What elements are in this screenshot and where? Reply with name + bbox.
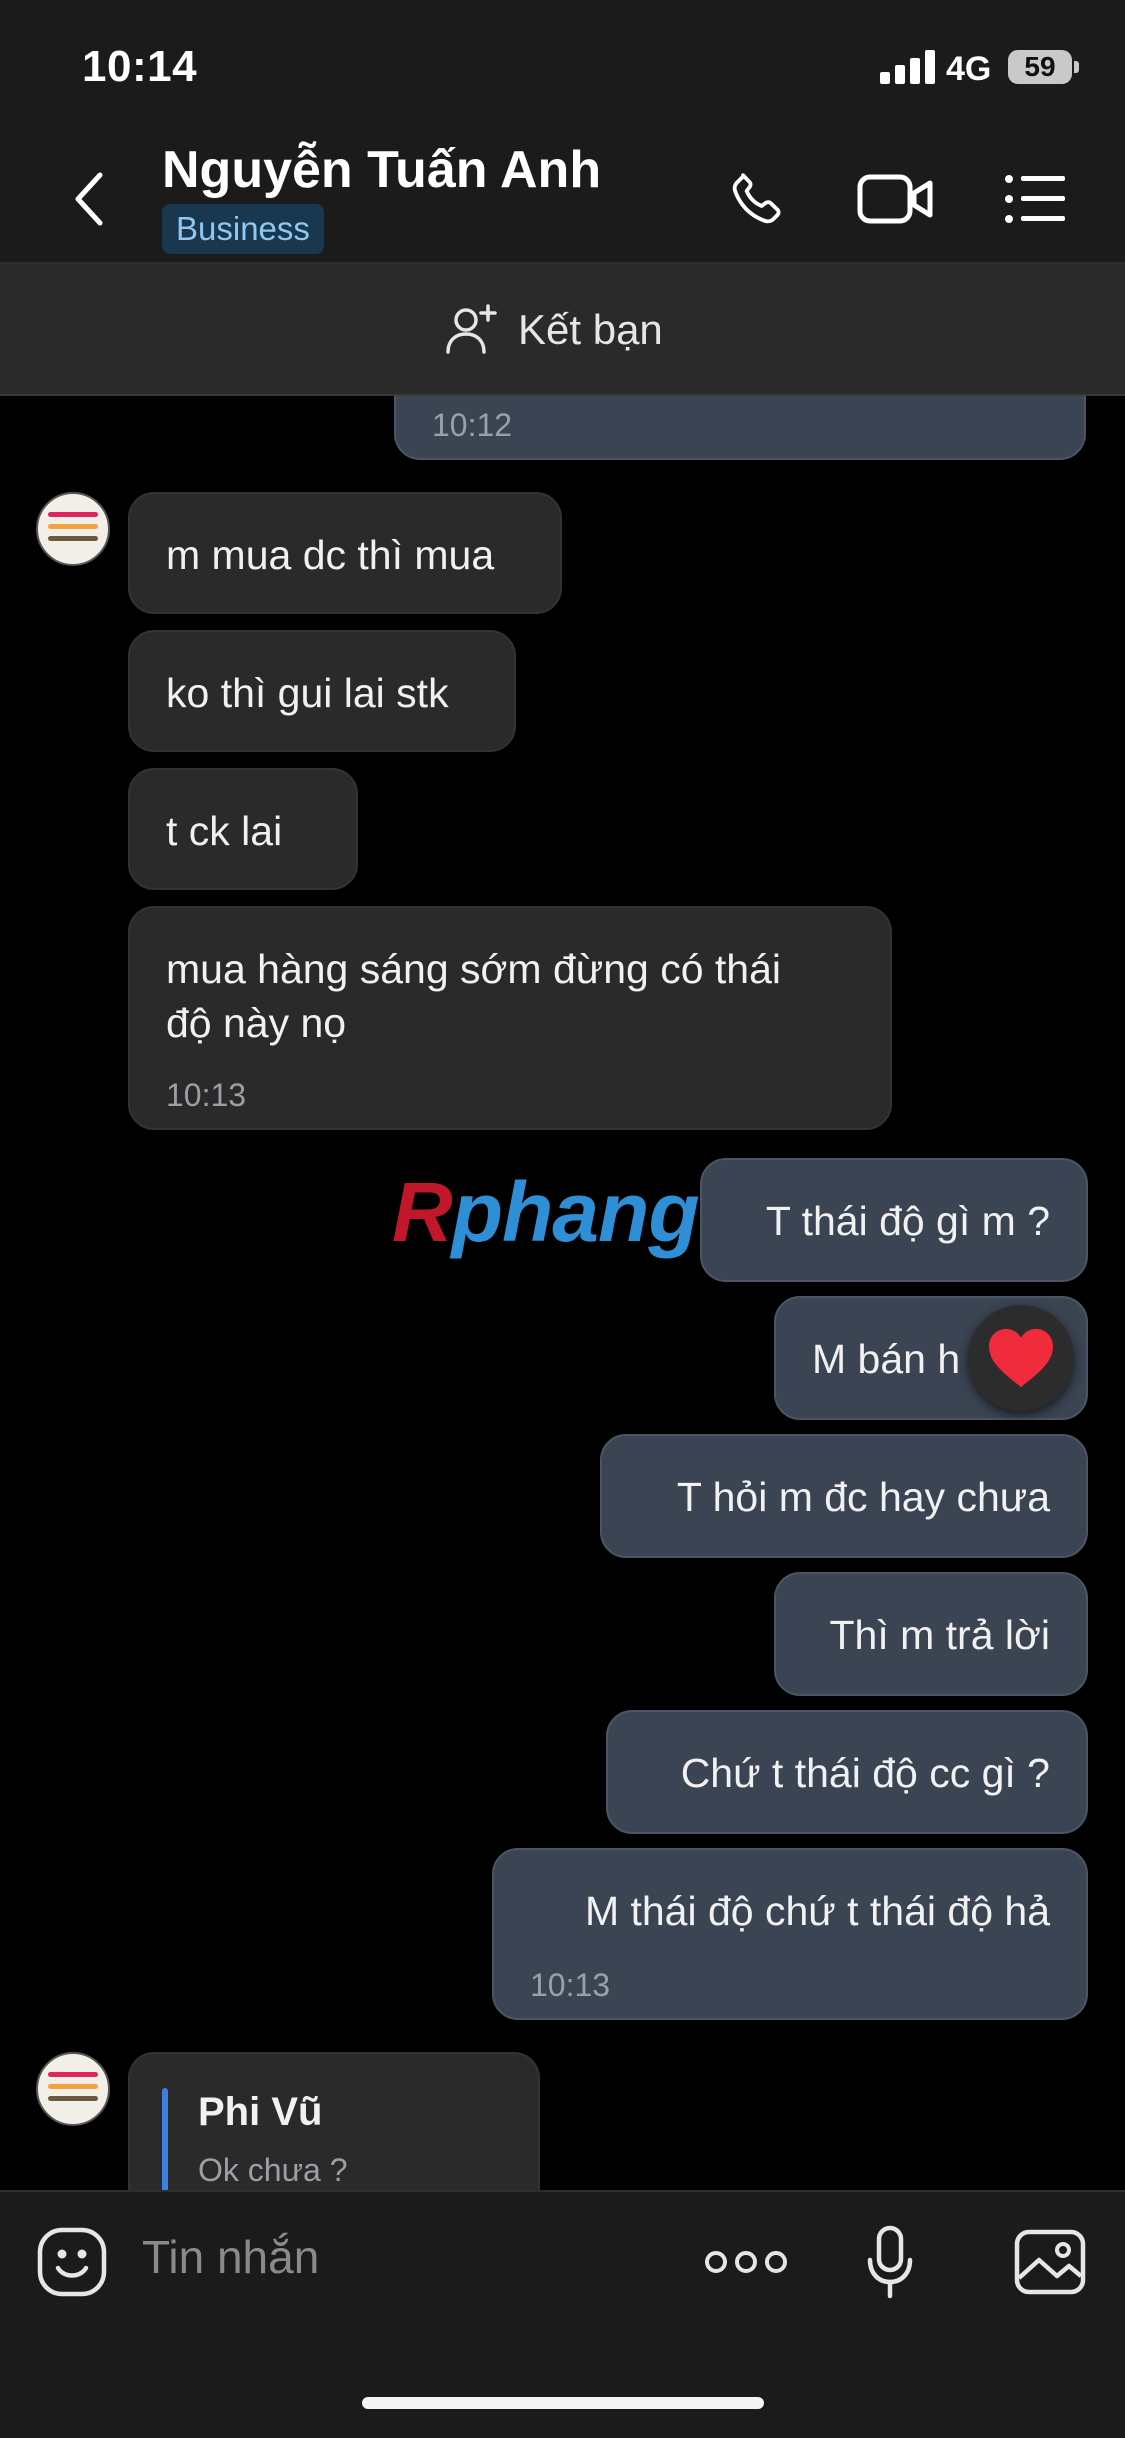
add-friend-button[interactable]: Kết bạn xyxy=(444,300,663,360)
message-time: 10:12 xyxy=(432,407,513,443)
message-bubble-outgoing[interactable]: Chứ t thái độ cc gì ? xyxy=(606,1710,1088,1834)
video-call-button[interactable] xyxy=(856,164,936,234)
menu-list-icon xyxy=(1005,175,1065,223)
message-bubble-incoming[interactable]: m mua dc thì mua xyxy=(128,492,562,614)
message-bubble-incoming[interactable]: mua hàng sáng sớm đừng có thái độ này nọ… xyxy=(128,906,892,1130)
chat-menu-button[interactable] xyxy=(1000,164,1070,234)
message-text-line: độ này nọ xyxy=(166,1000,347,1046)
message-text-line: mua hàng sáng sớm đừng có thái xyxy=(166,946,782,992)
add-friend-icon xyxy=(446,304,497,354)
message-bubble-outgoing[interactable]: T hỏi m đc hay chưa xyxy=(600,1434,1088,1558)
more-button[interactable] xyxy=(704,2236,788,2288)
microphone-icon xyxy=(867,2225,913,2299)
emoji-button[interactable] xyxy=(34,2224,110,2300)
home-indicator xyxy=(362,2397,764,2409)
watermark: Rphang xyxy=(392,1165,700,1259)
reply-quoted-text: Ok chưa ? xyxy=(198,2152,348,2188)
status-time: 10:14 xyxy=(82,42,198,91)
reply-sender-name: Phi Vũ xyxy=(198,2090,323,2134)
message-text: T thái độ gì m ? xyxy=(765,1198,1050,1244)
message-text: Thì m trả lời xyxy=(829,1612,1050,1658)
network-type: 4G xyxy=(946,50,992,88)
message-text: t ck lai xyxy=(166,808,283,854)
avatar[interactable] xyxy=(36,492,110,566)
message-text: M thái độ chứ t thái độ hả xyxy=(584,1888,1050,1934)
business-badge: Business xyxy=(162,204,324,254)
video-call-icon xyxy=(857,174,933,224)
message-bubble-incoming[interactable]: t ck lai xyxy=(128,768,358,890)
emoji-icon xyxy=(37,2227,107,2297)
phone-icon xyxy=(732,173,781,224)
more-icon xyxy=(705,2251,787,2273)
message-bubble-incoming[interactable]: ko thì gui lai stk xyxy=(128,630,516,752)
image-button[interactable] xyxy=(1012,2226,1088,2298)
heart-icon xyxy=(989,1328,1053,1388)
reaction-badge[interactable] xyxy=(968,1305,1074,1411)
message-bubble-outgoing[interactable]: M thái độ chứ t thái độ hả 10:13 xyxy=(492,1848,1088,2020)
back-icon xyxy=(75,172,103,226)
message-time: 10:13 xyxy=(166,1077,247,1113)
message-text: T hỏi m đc hay chưa xyxy=(676,1474,1050,1520)
add-friend-label: Kết bạn xyxy=(518,306,663,353)
message-text: m mua dc thì mua xyxy=(166,532,495,578)
avatar[interactable] xyxy=(36,2052,110,2126)
battery-indicator: 59 xyxy=(1008,50,1072,84)
message-input[interactable]: Tin nhắn xyxy=(142,2230,319,2284)
contact-name[interactable]: Nguyễn Tuấn Anh xyxy=(162,140,601,200)
battery-cap xyxy=(1074,61,1079,73)
message-text: Chứ t thái độ cc gì ? xyxy=(680,1750,1050,1796)
message-bubble-outgoing[interactable]: 10:12 xyxy=(394,396,1086,460)
message-text: M bán h xyxy=(812,1336,961,1382)
signal-icon xyxy=(880,50,936,89)
message-bubble-outgoing[interactable]: Thì m trả lời xyxy=(774,1572,1088,1696)
reply-quote-bar xyxy=(162,2088,168,2192)
message-bubble-outgoing[interactable]: T thái độ gì m ? xyxy=(700,1158,1088,1282)
back-button[interactable] xyxy=(60,164,120,234)
image-icon xyxy=(1014,2229,1086,2295)
voice-call-button[interactable] xyxy=(722,164,792,234)
message-time: 10:13 xyxy=(530,1967,611,2003)
message-text: ko thì gui lai stk xyxy=(166,670,449,716)
voice-message-button[interactable] xyxy=(862,2222,918,2304)
